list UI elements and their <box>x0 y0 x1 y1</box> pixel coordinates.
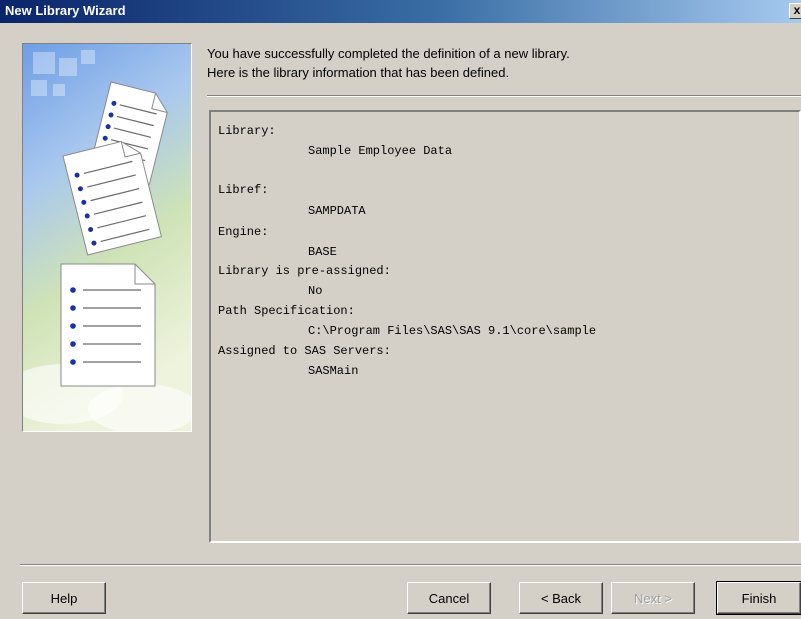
side-graphic <box>23 44 191 431</box>
finish-button[interactable]: Finish <box>716 581 801 615</box>
intro-text: You have successfully completed the defi… <box>207 44 797 82</box>
label-path: Path Specification: <box>218 304 355 318</box>
label-library: Library: <box>218 124 276 138</box>
library-summary-box[interactable]: Library: Sample Employee Data Libref: SA… <box>209 110 801 543</box>
label-libref: Libref: <box>218 183 269 197</box>
intro-line-1: You have successfully completed the defi… <box>207 46 570 61</box>
intro-line-2: Here is the library information that has… <box>207 65 510 80</box>
help-button[interactable]: Help <box>22 582 106 614</box>
separator <box>207 95 801 97</box>
back-button[interactable]: < Back <box>519 582 603 614</box>
window-title: New Library Wizard <box>5 3 126 18</box>
value-path: C:\Program Files\SAS\SAS 9.1\core\sample <box>308 324 597 338</box>
value-servers: SASMain <box>308 364 359 378</box>
value-preassigned: No <box>308 284 323 298</box>
label-engine: Engine: <box>218 225 269 239</box>
documents-illustration-icon <box>22 43 192 432</box>
label-servers: Assigned to SAS Servers: <box>218 344 391 358</box>
label-preassigned: Library is pre-assigned: <box>218 264 391 278</box>
title-bar: New Library Wizard x <box>0 0 801 23</box>
close-icon[interactable]: x <box>789 3 801 19</box>
separator <box>20 564 801 566</box>
next-button: Next > <box>611 582 695 614</box>
value-libref: SAMPDATA <box>308 204 366 218</box>
value-engine: BASE <box>308 245 337 259</box>
value-library: Sample Employee Data <box>308 144 453 158</box>
cancel-button[interactable]: Cancel <box>407 582 491 614</box>
